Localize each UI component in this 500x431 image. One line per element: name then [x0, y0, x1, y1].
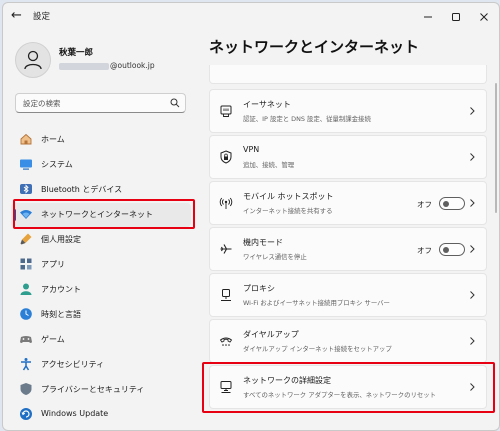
card-partial[interactable]: [209, 65, 487, 84]
highlight-box: [13, 199, 195, 229]
bluetooth-icon: [20, 184, 32, 194]
nav-item-system[interactable]: システム: [11, 152, 191, 177]
chevron-right-icon: [470, 337, 475, 345]
nav-label: ゲーム: [41, 335, 65, 344]
nav-label: アカウント: [41, 285, 81, 294]
home-icon: [20, 133, 32, 145]
time-language-icon: [20, 308, 32, 320]
user-email-domain: @outlook.jp: [110, 61, 155, 70]
vpn-icon: [220, 150, 232, 164]
nav-item-gaming[interactable]: ゲーム: [11, 327, 191, 352]
airplane-mode-toggle[interactable]: [439, 243, 465, 256]
toggle-knob: [443, 200, 449, 207]
shield-icon: [20, 383, 32, 395]
apps-icon: [20, 258, 32, 270]
card-mobile-hotspot[interactable]: モバイル ホットスポット インターネット接続を共有する オフ: [209, 181, 487, 225]
brush-icon: [20, 233, 32, 245]
card-title: ダイヤルアップ: [243, 330, 299, 339]
scrollbar[interactable]: [495, 83, 497, 213]
redacted-email: [59, 62, 109, 70]
proxy-icon: [221, 289, 231, 301]
back-arrow-icon[interactable]: ←: [11, 8, 27, 24]
user-name: 秋葉一郎: [59, 48, 94, 58]
system-icon: [20, 159, 32, 170]
chevron-right-icon: [470, 245, 475, 253]
card-description: ワイヤレス通信を停止: [243, 253, 307, 261]
card-ethernet[interactable]: イーサネット 認証、IP 設定と DNS 設定、従量制課金接続: [209, 89, 487, 133]
card-description: ダイヤルアップ インターネット接続をセットアップ: [243, 345, 392, 353]
card-description: 追加、接続、管理: [243, 161, 295, 169]
chevron-right-icon: [470, 291, 475, 299]
page-title: ネットワークとインターネット: [209, 38, 420, 56]
card-proxy[interactable]: プロキシ Wi-Fi およびイーサネット接続用プロキシ サーバー: [209, 273, 487, 317]
gamepad-icon: [20, 336, 32, 343]
card-title: VPN: [243, 145, 260, 154]
nav-label: ホーム: [41, 135, 65, 144]
toggle-state-label: オフ: [417, 200, 432, 209]
card-description: 認証、IP 設定と DNS 設定、従量制課金接続: [243, 115, 371, 123]
nav-label: 個人用設定: [41, 235, 81, 244]
highlight-box: [202, 362, 495, 413]
nav-item-windows-update[interactable]: Windows Update: [11, 402, 191, 427]
card-vpn[interactable]: VPN 追加、接続、管理: [209, 135, 487, 179]
nav-item-privacy[interactable]: プライバシーとセキュリティ: [11, 377, 191, 402]
hotspot-toggle[interactable]: [439, 197, 465, 210]
nav-label: アプリ: [41, 260, 65, 269]
card-description: インターネット接続を共有する: [243, 207, 333, 215]
search-box[interactable]: [15, 93, 186, 113]
nav-label: 時刻と言語: [41, 310, 81, 319]
card-description: Wi-Fi およびイーサネット接続用プロキシ サーバー: [243, 299, 390, 307]
search-icon[interactable]: [170, 98, 180, 108]
nav-item-home[interactable]: ホーム: [11, 127, 191, 152]
account-icon: [20, 283, 32, 295]
card-title: イーサネット: [243, 100, 291, 109]
user-email: @outlook.jp: [59, 61, 155, 70]
accessibility-icon: [21, 358, 31, 371]
sidebar-nav: ホーム システム Bluetooth とデバイス ネットワークとインターネット …: [11, 127, 195, 427]
chevron-right-icon: [470, 199, 475, 207]
chevron-right-icon: [470, 153, 475, 161]
nav-label: Bluetooth とデバイス: [41, 185, 123, 194]
hotspot-icon: [219, 197, 233, 209]
nav-label: プライバシーとセキュリティ: [41, 385, 145, 394]
nav-item-accounts[interactable]: アカウント: [11, 277, 191, 302]
airplane-icon: [220, 244, 232, 254]
nav-label: Windows Update: [41, 409, 109, 418]
nav-item-time-language[interactable]: 時刻と言語: [11, 302, 191, 327]
update-icon: [20, 408, 32, 420]
nav-item-network[interactable]: ネットワークとインターネット: [11, 199, 195, 229]
dialup-icon: [219, 337, 233, 346]
ethernet-icon: [220, 105, 232, 117]
main-content: ネットワークとインターネット イーサネット 認証、IP 設定と DNS 設定、従…: [201, 3, 499, 430]
toggle-state-label: オフ: [417, 246, 432, 255]
search-input[interactable]: [16, 94, 163, 112]
settings-window: ← 設定 秋葉一郎 @outlook.jp ホーム: [2, 2, 500, 431]
nav-label: システム: [41, 160, 73, 169]
nav-item-personalization[interactable]: 個人用設定: [11, 227, 191, 252]
toggle-knob: [443, 246, 449, 253]
card-title: プロキシ: [243, 284, 275, 293]
card-airplane-mode[interactable]: 機内モード ワイヤレス通信を停止 オフ: [209, 227, 487, 271]
avatar: [15, 42, 51, 78]
nav-item-apps[interactable]: アプリ: [11, 252, 191, 277]
card-title: モバイル ホットスポット: [243, 192, 334, 201]
card-dialup[interactable]: ダイヤルアップ ダイヤルアップ インターネット接続をセットアップ: [209, 319, 487, 363]
app-title: 設定: [33, 12, 51, 22]
nav-item-accessibility[interactable]: アクセシビリティ: [11, 352, 191, 377]
chevron-right-icon: [470, 107, 475, 115]
person-icon: [24, 50, 42, 70]
nav-label: アクセシビリティ: [41, 360, 105, 369]
card-title: 機内モード: [243, 238, 283, 247]
